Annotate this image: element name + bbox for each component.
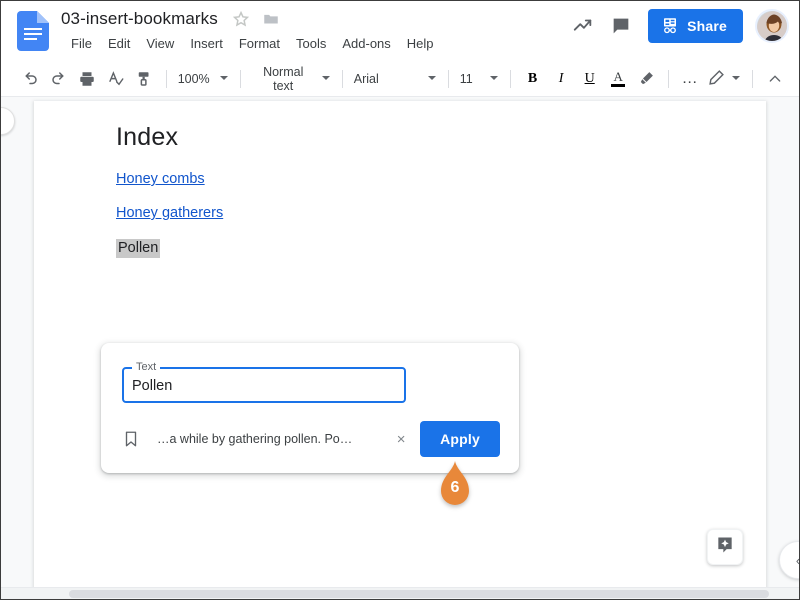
side-panel-collapse-button[interactable]: ‹ [779,541,799,579]
font-size-value: 11 [459,71,473,86]
menu-edit[interactable]: Edit [100,34,138,53]
apply-button[interactable]: Apply [420,421,500,457]
font-family-dropdown[interactable]: Arial [350,66,441,92]
explore-star-icon [715,535,735,560]
pencil-icon [708,69,725,89]
bookmark-snippet: …a while by gathering pollen. Po… [157,432,353,446]
header-actions: Share [564,7,789,45]
text-color-label: A [613,68,623,84]
step-callout-number: 6 [450,479,460,496]
document-heading: Index [116,123,179,151]
bookmark-text-field[interactable]: Text [122,361,406,403]
menu-tools[interactable]: Tools [288,34,334,53]
text-color-swatch [611,83,626,87]
zoom-dropdown[interactable]: 100% [174,66,233,92]
explore-button[interactable] [707,529,743,565]
italic-button[interactable]: I [549,66,574,92]
chevron-down-icon [321,72,331,86]
bookmark-text-input[interactable] [132,375,397,397]
menu-bar: File Edit View Insert Format Tools Add-o… [63,34,442,53]
chevron-up-icon[interactable] [762,66,787,92]
chevron-down-icon [489,72,499,86]
chevron-down-icon [219,72,229,86]
document-title-row: 03-insert-bookmarks [61,7,280,31]
font-size-dropdown[interactable]: 11 [456,66,504,92]
share-lock-icon [661,16,679,37]
menu-help[interactable]: Help [399,34,442,53]
print-icon[interactable] [75,66,100,92]
menu-insert[interactable]: Insert [182,34,231,53]
chevron-down-icon [731,72,741,86]
document-body: Index Honey combs Honey gatherers Pollen [116,123,676,258]
bookmark-text-field-label: Text [132,361,161,373]
paragraph-style-dropdown[interactable]: Normal text [248,64,335,93]
outline-toggle-icon[interactable] [1,107,15,135]
selected-text-pollen[interactable]: Pollen [116,239,161,258]
menu-file[interactable]: File [63,34,100,53]
google-docs-window: 03-insert-bookmarks File Edit View Inser… [0,0,800,600]
toolbar-divider [752,69,754,88]
editing-mode-dropdown[interactable] [704,66,745,92]
doc-link-honey-gatherers[interactable]: Honey gatherers [116,205,223,221]
chevron-down-icon [427,72,437,86]
zoom-value: 100% [177,71,210,86]
bookmark-result-row: …a while by gathering pollen. Po… × Appl… [122,421,500,457]
star-outline-icon[interactable] [232,10,250,28]
toolbar-divider [165,69,167,88]
font-family-value: Arial [353,71,379,86]
undo-icon[interactable] [18,66,43,92]
toolbar-divider [510,69,512,88]
share-button[interactable]: Share [648,9,743,43]
toolbar-divider [341,69,343,88]
doc-link-honey-combs[interactable]: Honey combs [116,171,205,187]
bookmark-icon [122,430,140,448]
app-header: 03-insert-bookmarks File Edit View Inser… [1,1,799,61]
trending-up-icon[interactable] [564,7,602,45]
spellcheck-icon[interactable] [104,66,129,92]
toolbar-divider [239,69,241,88]
horizontal-scrollbar[interactable] [1,587,799,599]
redo-icon[interactable] [47,66,72,92]
bold-button[interactable]: B [520,66,545,92]
paragraph-style-value: Normal text [263,64,304,93]
text-color-button[interactable]: A [606,66,631,92]
toolbar-divider [667,69,669,88]
menu-format[interactable]: Format [231,34,288,53]
comment-icon[interactable] [602,7,640,45]
document-canvas: Index Honey combs Honey gatherers Pollen… [1,97,799,587]
remove-bookmark-button[interactable]: × [391,429,411,449]
page-title[interactable]: 03-insert-bookmarks [61,7,218,31]
step-callout-badge: 6 [433,461,477,517]
docs-file-icon [17,11,49,51]
bookmark-dialog: Text …a while by gathering pollen. Po… ×… [101,343,519,473]
highlight-pen-icon[interactable] [634,66,659,92]
toolbar-divider [447,69,449,88]
horizontal-scrollbar-thumb[interactable] [69,590,769,598]
more-options-button[interactable]: … [678,66,703,92]
underline-button[interactable]: U [577,66,602,92]
paint-format-icon[interactable] [132,66,157,92]
formatting-toolbar: 100% Normal text Arial 11 B I U A … [1,61,799,97]
folder-icon[interactable] [262,10,280,28]
avatar[interactable] [755,9,789,43]
menu-view[interactable]: View [138,34,182,53]
share-label: Share [687,18,727,34]
menu-add-ons[interactable]: Add-ons [334,34,398,53]
